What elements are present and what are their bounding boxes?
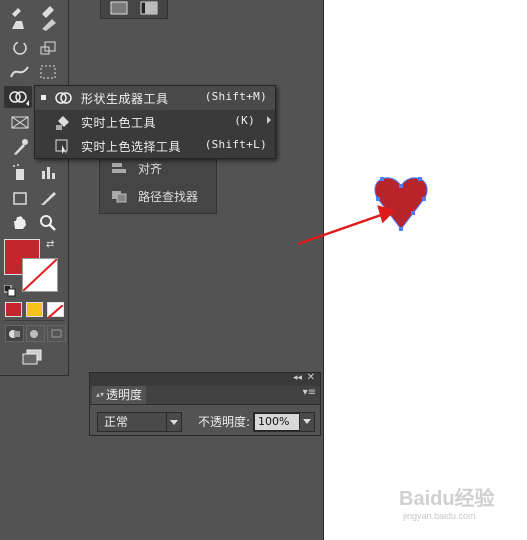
flyout-item-shortcut: (Shift+M) — [204, 90, 267, 103]
collapse-icon[interactable]: ◂◂ — [293, 373, 302, 383]
draw-behind-button[interactable] — [26, 325, 45, 342]
hand-tool[interactable] — [6, 211, 34, 233]
live-paint-bucket-icon — [53, 113, 73, 131]
tab-label: 透明度 — [106, 388, 143, 402]
column-graph-tool[interactable] — [34, 161, 62, 183]
tool-flyout-menu: 形状生成器工具 (Shift+M) 实时上色工具 (K) 实时上色选择工具 (S… — [34, 85, 276, 159]
slice-icon — [41, 192, 56, 205]
tab-transparency[interactable]: ▴▾ 透明度 — [92, 386, 147, 404]
erase-tool[interactable] — [34, 13, 62, 35]
live-paint-selection-icon — [53, 137, 73, 155]
gradient-mode-button[interactable] — [26, 302, 43, 317]
free-transform-tool[interactable] — [34, 61, 62, 83]
symbol-sprayer-icon — [13, 164, 24, 180]
slice-tool[interactable] — [34, 187, 62, 209]
zoom-tool[interactable] — [34, 211, 62, 233]
transparency-panel: ◂◂ ✕ ▴▾ 透明度 ▾≡ 正常 不透明度: 100% — [89, 372, 321, 436]
none-mode-button[interactable] — [47, 302, 64, 319]
align-icon — [110, 161, 128, 175]
width-tool[interactable] — [6, 61, 34, 83]
symbol-sprayer-tool[interactable] — [6, 161, 34, 183]
flyout-item-shortcut: (Shift+L) — [204, 138, 267, 151]
shape-builder-icon — [53, 89, 73, 107]
blend-mode-select[interactable]: 正常 — [97, 412, 182, 432]
tools-panel: ⇄ — [0, 0, 69, 376]
close-icon[interactable]: ✕ — [307, 372, 315, 383]
draw-normal-button[interactable] — [5, 325, 24, 342]
flyout-item-live-paint-bucket[interactable]: 实时上色工具 (K) — [35, 110, 275, 134]
free-transform-icon — [40, 65, 56, 79]
stroke-swatch[interactable] — [22, 258, 58, 292]
artboard[interactable] — [297, 0, 527, 540]
screen-mode-icon[interactable] — [21, 349, 43, 365]
panel-item-label: 路径查找器 — [138, 190, 199, 204]
swap-fill-stroke-icon[interactable]: ⇄ — [46, 239, 58, 251]
artboard-tool[interactable] — [6, 187, 34, 209]
flyout-item-label: 实时上色选择工具 — [81, 140, 182, 154]
submenu-arrow-icon — [267, 116, 271, 124]
flyout-item-shortcut: (K) — [234, 114, 255, 127]
default-fill-stroke-icon[interactable] — [3, 282, 16, 297]
draw-inside-button[interactable] — [47, 325, 66, 342]
artboard-icon — [13, 192, 27, 205]
eyedropper-icon — [14, 139, 28, 155]
zoom-icon — [40, 215, 56, 231]
flyout-item-label: 实时上色工具 — [81, 116, 157, 130]
shaper-icon — [12, 21, 24, 29]
perspective-grid-icon — [11, 116, 29, 129]
watermark-url: jingyan.baidu.com — [403, 511, 476, 521]
tab-grip-icon: ▴▾ — [96, 390, 105, 399]
flyout-item-label: 形状生成器工具 — [81, 92, 169, 106]
panel-titlebar: ◂◂ ✕ — [90, 372, 320, 386]
watermark: Baidu经验 jingyan.baidu.com — [399, 478, 499, 523]
color-mode-button[interactable] — [5, 302, 22, 317]
opacity-dropdown[interactable] — [299, 412, 314, 430]
shape-builder-icon — [9, 91, 29, 106]
panel-menu-icon[interactable]: ▾≡ — [303, 387, 316, 398]
opacity-control: 100% — [253, 412, 315, 432]
flyout-item-shape-builder[interactable]: 形状生成器工具 (Shift+M) — [35, 86, 275, 110]
docked-panels: 对齐 路径查找器 — [99, 150, 217, 214]
rotate-tool[interactable] — [6, 37, 34, 59]
watermark-title: Baidu经验 — [399, 488, 495, 510]
hand-icon — [14, 216, 26, 229]
top-panel-stub — [100, 0, 168, 19]
width-icon — [10, 66, 29, 78]
chevron-down-icon — [299, 412, 314, 430]
opacity-input[interactable]: 100% — [254, 413, 300, 431]
selected-bullet — [41, 95, 46, 100]
canvas-artwork — [297, 177, 428, 246]
shape-builder-tool[interactable] — [4, 86, 32, 108]
rotate-icon — [13, 41, 27, 55]
panel-tab-row: ▴▾ 透明度 ▾≡ — [90, 386, 320, 405]
scale-tool[interactable] — [34, 37, 62, 59]
opacity-label: 不透明度: — [198, 415, 251, 429]
flyout-item-live-paint-selection[interactable]: 实时上色选择工具 (Shift+L) — [35, 134, 275, 158]
annotation-arrow — [297, 205, 396, 246]
eyedropper-tool[interactable] — [6, 136, 34, 158]
chevron-down-icon — [166, 413, 181, 431]
pathfinder-icon — [110, 189, 128, 203]
eraser-alt-icon — [42, 19, 56, 31]
column-graph-icon — [42, 167, 55, 179]
scale-icon — [40, 41, 56, 55]
perspective-grid-tool[interactable] — [6, 111, 34, 133]
separator — [4, 320, 64, 321]
shaper-tool[interactable] — [6, 13, 34, 35]
panel-item-pathfinder[interactable]: 路径查找器 — [100, 183, 216, 209]
panel-item-label: 对齐 — [138, 162, 163, 176]
blend-mode-value: 正常 — [104, 415, 129, 429]
